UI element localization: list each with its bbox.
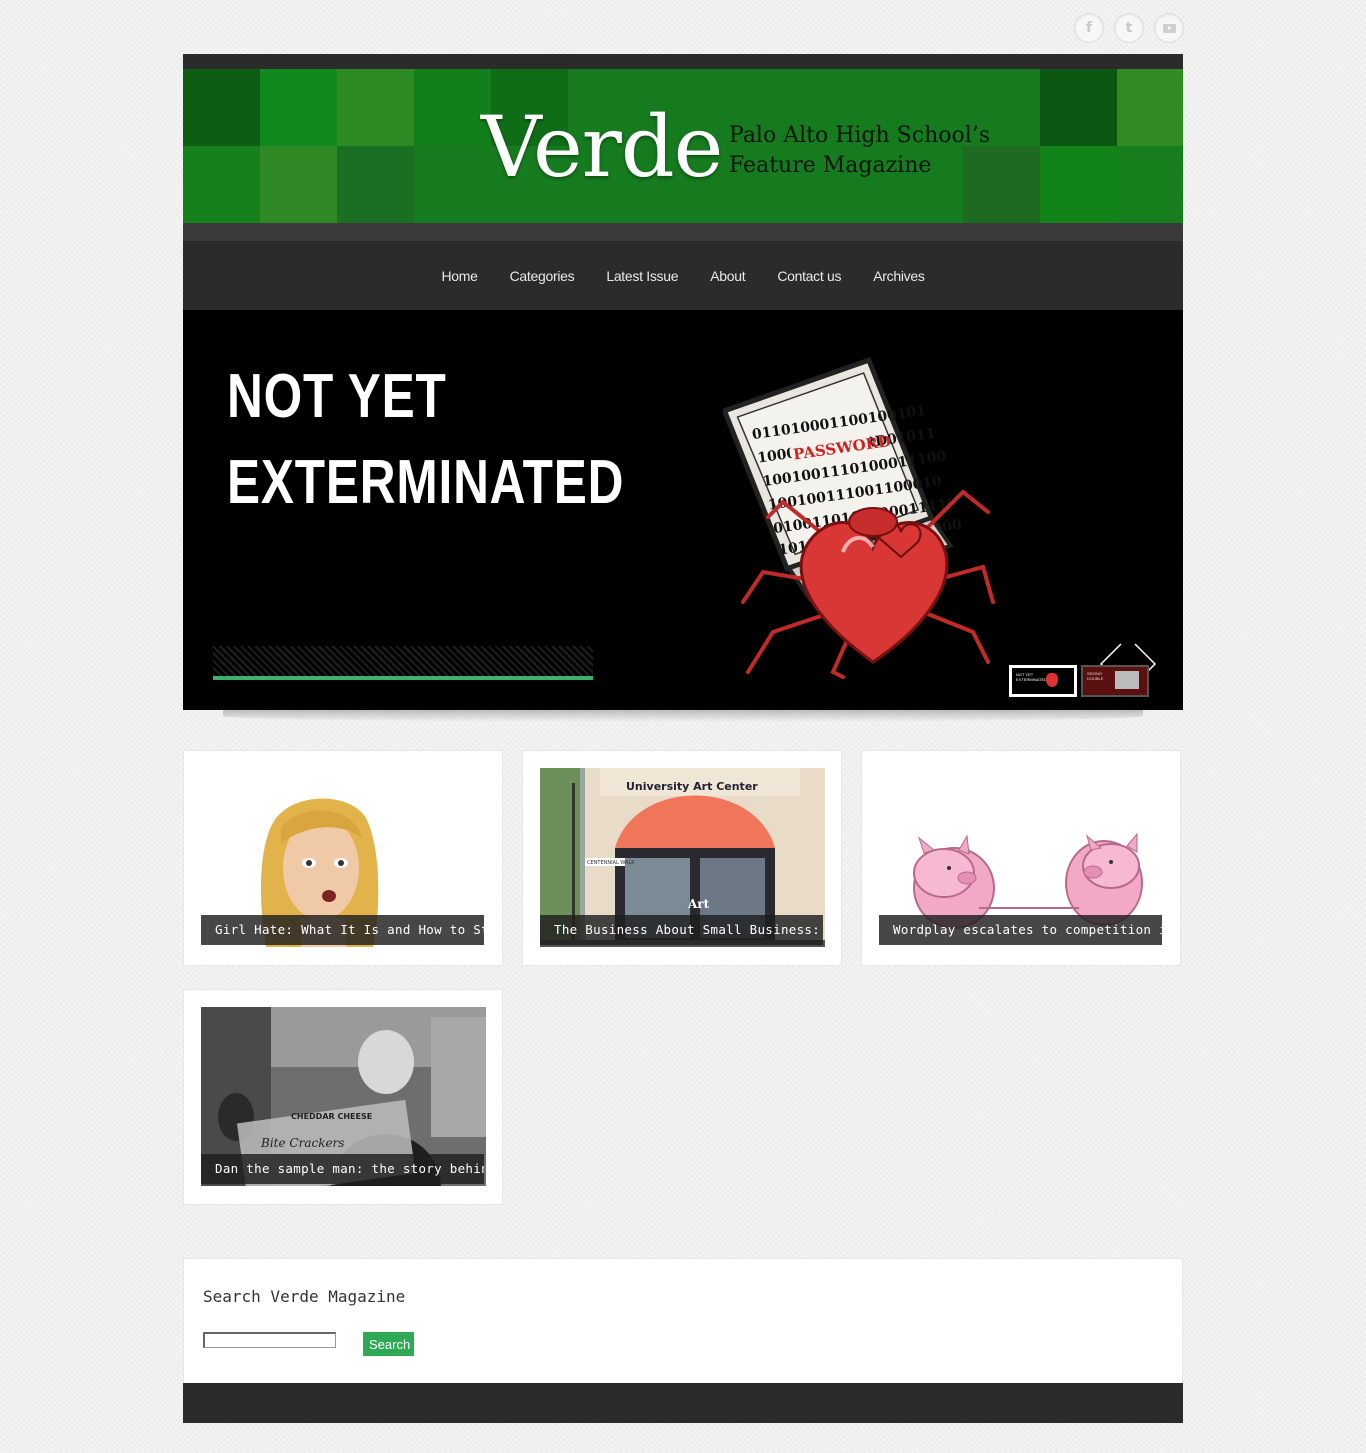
slide-progress-bar bbox=[213, 676, 593, 680]
slider-thumb[interactable]: SEEING DOUBLE bbox=[1081, 665, 1149, 697]
search-input[interactable] bbox=[203, 1332, 336, 1348]
post-card[interactable]: CHEDDAR CHEESE Bite Crackers Dan the sam… bbox=[183, 989, 503, 1205]
post-card[interactable]: Wordplay escalates to competition in bbox=[861, 750, 1181, 966]
nav-about[interactable]: About bbox=[710, 268, 745, 284]
slider-thumb-active[interactable]: NOT YET EXTERMINATED bbox=[1009, 665, 1077, 697]
social-links: f t bbox=[1074, 13, 1184, 43]
youtube-icon[interactable] bbox=[1154, 13, 1184, 43]
twitter-icon[interactable]: t bbox=[1114, 13, 1144, 43]
search-widget-title: Search Verde Magazine bbox=[203, 1287, 406, 1306]
nav-contact-us[interactable]: Contact us bbox=[777, 268, 841, 284]
footer-bar bbox=[183, 1383, 1183, 1423]
nav-home[interactable]: Home bbox=[441, 268, 477, 284]
post-title[interactable]: Dan the sample man: the story behind the bbox=[201, 1154, 484, 1184]
tagline-line-1: Palo Alto High School’s bbox=[729, 123, 991, 148]
store-sign-2: Art bbox=[687, 897, 710, 911]
store-sign: University Art Center bbox=[626, 780, 758, 793]
cheese-box-label: CHEDDAR CHEESE bbox=[291, 1112, 372, 1121]
top-bar bbox=[183, 54, 1183, 69]
thumb-active-label: NOT YET EXTERMINATED bbox=[1016, 672, 1048, 682]
slide-illustration[interactable]: 011010001100100101 1000PASSWORD01011 100… bbox=[723, 352, 1013, 682]
post-title[interactable]: The Business About Small Business: The bbox=[540, 915, 823, 945]
main-nav: Home Categories Latest Issue About Conta… bbox=[183, 241, 1183, 310]
street-sign: CENTENNIAL WALK bbox=[587, 860, 635, 866]
slide-hatch-decoration bbox=[213, 646, 593, 676]
nav-divider bbox=[183, 223, 1183, 241]
featured-slider[interactable]: NOT YET EXTERMINATED 011010001100100101 … bbox=[183, 310, 1183, 710]
slide-title-line-2: EXTERMINATED bbox=[227, 448, 625, 517]
tagline-line-2: Feature Magazine bbox=[729, 153, 932, 178]
search-widget: Search Verde Magazine Search bbox=[183, 1258, 1183, 1384]
post-title[interactable]: Girl Hate: What It Is and How to Stop It bbox=[201, 915, 484, 945]
facebook-icon[interactable]: f bbox=[1074, 13, 1104, 43]
nav-archives[interactable]: Archives bbox=[873, 268, 925, 284]
search-button[interactable]: Search bbox=[363, 1332, 414, 1356]
slide-title-line-1: NOT YET bbox=[227, 362, 447, 431]
post-card[interactable]: University Art Center Art CENTENNIAL WAL… bbox=[522, 750, 842, 966]
site-tagline: Palo Alto High School’s Feature Magazine bbox=[729, 121, 990, 181]
slider-thumbnails: NOT YET EXTERMINATED SEEING DOUBLE bbox=[1009, 665, 1149, 697]
slider-shadow bbox=[223, 710, 1143, 722]
nav-categories[interactable]: Categories bbox=[510, 268, 575, 284]
post-title[interactable]: Wordplay escalates to competition in bbox=[879, 915, 1162, 945]
slide-title[interactable]: NOT YET EXTERMINATED bbox=[227, 354, 625, 526]
crackers-box-label: Bite Crackers bbox=[260, 1136, 344, 1150]
thumb-label: SEEING DOUBLE bbox=[1087, 671, 1104, 681]
page-wrapper: Verde Palo Alto High School’s Feature Ma… bbox=[183, 54, 1183, 722]
nav-latest-issue[interactable]: Latest Issue bbox=[606, 268, 678, 284]
site-logo[interactable]: Verde bbox=[481, 97, 723, 197]
post-card[interactable]: Girl Hate: What It Is and How to Stop It bbox=[183, 750, 503, 966]
header-banner[interactable]: Verde Palo Alto High School’s Feature Ma… bbox=[183, 69, 1183, 223]
